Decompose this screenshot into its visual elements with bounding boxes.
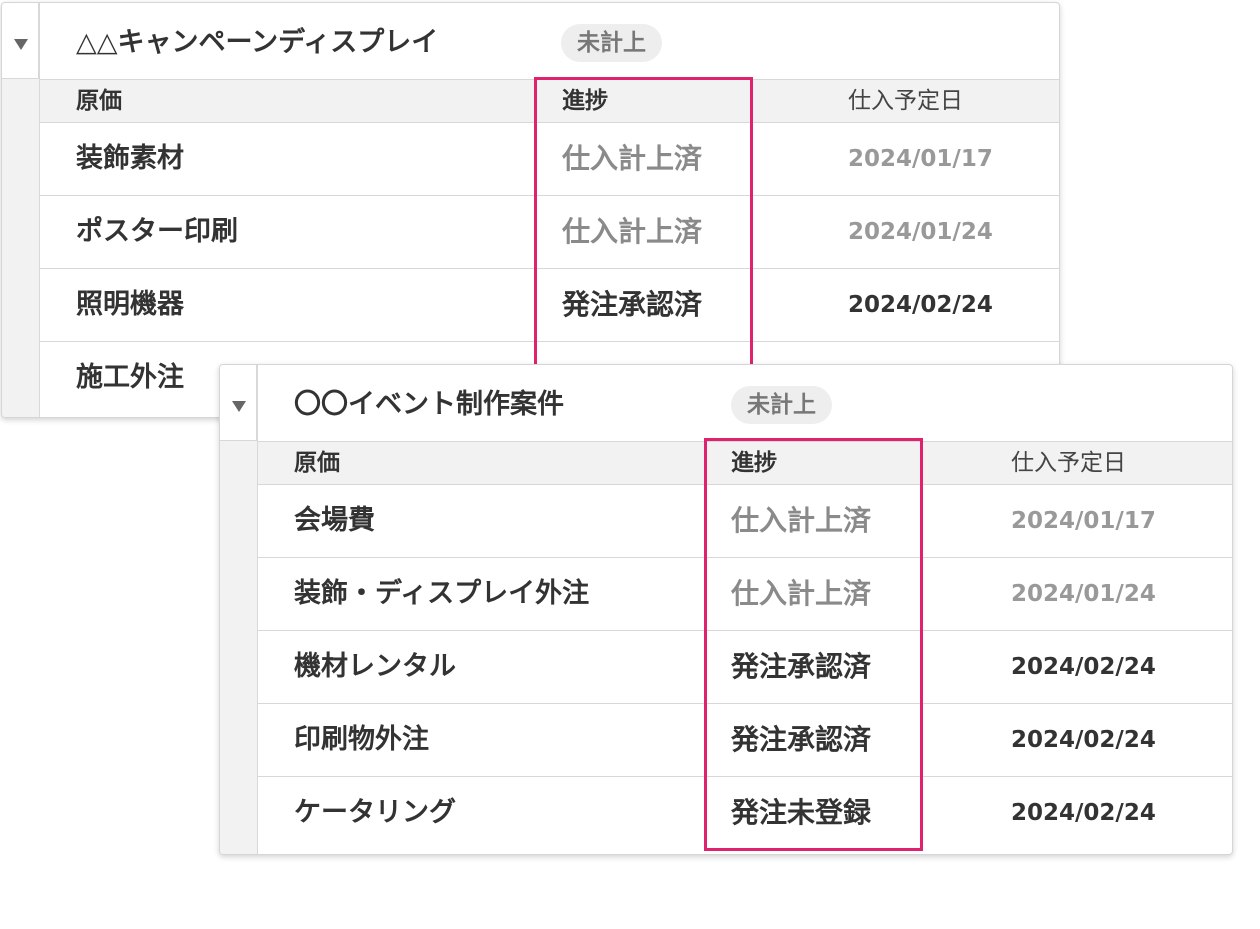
cost-item-name: ポスター印刷 [76, 216, 238, 247]
table-row[interactable]: 装飾・ディスプレイ外注 仕入計上済 2024/01/24 [258, 558, 1232, 631]
table-row[interactable]: ポスター印刷 仕入計上済 2024/01/24 [40, 196, 1059, 269]
progress-status: 発注未登録 [731, 796, 872, 829]
table-row[interactable]: 機材レンタル 発注承認済 2024/02/24 [258, 631, 1232, 704]
group-toggle-cell[interactable] [2, 3, 39, 79]
scheduled-date: 2024/01/17 [1011, 508, 1156, 534]
header-progress: 進捗 [562, 88, 608, 114]
table-header: 原価 進捗 仕入予定日 [258, 441, 1232, 485]
table-row[interactable]: ケータリング 発注未登録 2024/02/24 [258, 777, 1232, 850]
table-header: 原価 進捗 仕入予定日 [40, 79, 1059, 123]
table-row[interactable]: 照明機器 発注承認済 2024/02/24 [40, 269, 1059, 342]
header-scheduled-date: 仕入予定日 [848, 88, 963, 114]
scheduled-date: 2024/02/24 [1011, 800, 1156, 826]
scheduled-date: 2024/01/24 [1011, 581, 1156, 607]
cost-item-name: 装飾・ディスプレイ外注 [294, 578, 590, 609]
header-cost: 原価 [294, 450, 340, 476]
scheduled-date: 2024/02/24 [848, 292, 993, 318]
progress-status: 仕入計上済 [731, 504, 872, 537]
scheduled-date: 2024/02/24 [1011, 727, 1156, 753]
cost-item-name: 照明機器 [76, 289, 184, 320]
collapse-triangle-icon[interactable] [14, 39, 28, 50]
scheduled-date: 2024/01/24 [848, 219, 993, 245]
cost-item-name: 会場費 [294, 505, 375, 536]
table-row[interactable]: 装飾素材 仕入計上済 2024/01/17 [40, 123, 1059, 196]
cost-group-event-production: 〇〇イベント制作案件 未計上 原価 進捗 仕入予定日 会場費 仕入計上済 202… [219, 364, 1233, 855]
header-cost: 原価 [76, 88, 122, 114]
group-title: 〇〇イベント制作案件 [294, 389, 564, 420]
cost-item-name: 装飾素材 [76, 143, 184, 174]
cost-item-name: 施工外注 [76, 362, 184, 393]
cost-group-campaign-display: △△キャンペーンディスプレイ 未計上 原価 進捗 仕入予定日 装飾素材 仕入計上… [1, 2, 1060, 418]
group-title: △△キャンペーンディスプレイ [76, 27, 439, 58]
scheduled-date: 2024/02/24 [1011, 654, 1156, 680]
status-badge: 未計上 [561, 24, 662, 62]
progress-status: 発注承認済 [731, 650, 872, 683]
progress-status: 発注承認済 [731, 723, 872, 756]
cost-item-name: 印刷物外注 [294, 724, 429, 755]
table-row[interactable]: 印刷物外注 発注承認済 2024/02/24 [258, 704, 1232, 777]
progress-status: 仕入計上済 [731, 577, 872, 610]
header-progress: 進捗 [731, 450, 777, 476]
progress-status: 仕入計上済 [562, 142, 703, 175]
status-badge: 未計上 [731, 386, 832, 424]
group-toggle-cell[interactable] [220, 365, 257, 441]
cost-item-name: 機材レンタル [294, 651, 456, 682]
scheduled-date: 2024/01/17 [848, 146, 993, 172]
cost-item-name: ケータリング [294, 797, 456, 828]
header-scheduled-date: 仕入予定日 [1011, 450, 1126, 476]
progress-status: 発注承認済 [562, 288, 703, 321]
progress-status: 仕入計上済 [562, 215, 703, 248]
collapse-triangle-icon[interactable] [232, 401, 246, 412]
table-row[interactable]: 会場費 仕入計上済 2024/01/17 [258, 485, 1232, 558]
